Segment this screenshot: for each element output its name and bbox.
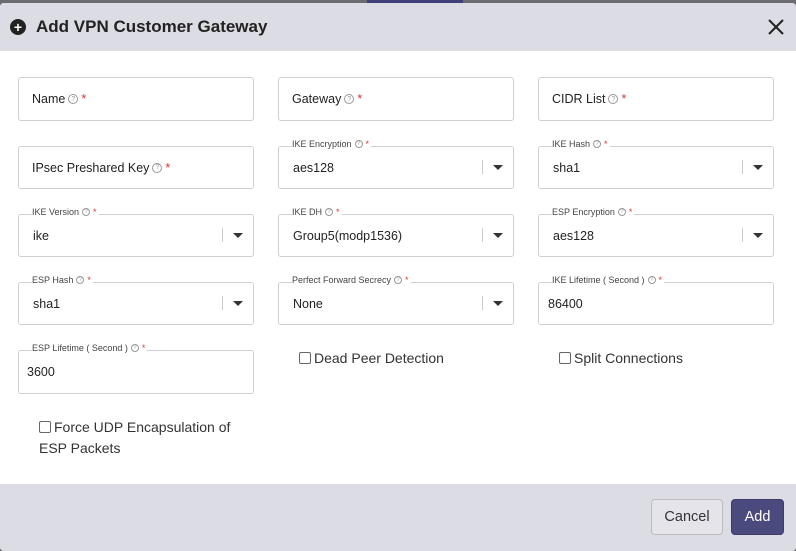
dead-peer-detection-checkbox[interactable]: Dead Peer Detection xyxy=(299,348,444,369)
perfect-forward-secrecy-select[interactable]: Perfect Forward Secrecy? * None xyxy=(278,275,514,325)
name-input[interactable]: Name? * xyxy=(18,77,254,121)
esp-lifetime-input[interactable]: ESP Lifetime ( Second )? * 3600 xyxy=(18,343,254,394)
help-icon[interactable]: ? xyxy=(82,208,91,216)
gateway-input[interactable]: Gateway? * xyxy=(278,77,514,121)
ike-version-label: IKE Version? * xyxy=(32,207,99,217)
ike-hash-select[interactable]: IKE Hash? * sha1 xyxy=(538,139,774,189)
gateway-label: Gateway? * xyxy=(292,92,363,106)
esp-lifetime-label: ESP Lifetime ( Second )? * xyxy=(32,343,148,353)
select-separator xyxy=(482,296,483,310)
help-icon[interactable]: ? xyxy=(647,276,656,284)
ike-version-value: ike xyxy=(33,228,49,243)
esp-hash-select[interactable]: ESP Hash? * sha1 xyxy=(18,275,254,325)
checkbox-box[interactable] xyxy=(299,352,311,364)
ike-encryption-label: IKE Encryption? * xyxy=(292,139,372,149)
help-icon[interactable]: ? xyxy=(152,162,163,173)
help-icon[interactable]: ? xyxy=(394,276,403,284)
esp-hash-label: ESP Hash? * xyxy=(32,275,93,285)
split-connections-checkbox[interactable]: Split Connections xyxy=(559,348,683,369)
select-separator xyxy=(482,160,483,174)
ipsec-preshared-key-input[interactable]: IPsec Preshared Key? * xyxy=(18,146,254,189)
add-button[interactable]: Add xyxy=(731,499,784,535)
plus-circle-icon: + xyxy=(10,19,26,35)
chevron-down-icon[interactable] xyxy=(233,233,243,238)
ike-dh-label: IKE DH? * xyxy=(292,207,342,217)
dialog-title: Add VPN Customer Gateway xyxy=(36,17,268,36)
perfect-forward-secrecy-label: Perfect Forward Secrecy? * xyxy=(292,275,411,285)
ike-lifetime-label: IKE Lifetime ( Second )? * xyxy=(552,275,665,285)
ike-encryption-value: aes128 xyxy=(293,160,335,175)
ike-version-select[interactable]: IKE Version? * ike xyxy=(18,207,254,257)
esp-lifetime-value: 3600 xyxy=(27,365,55,379)
help-icon[interactable]: ? xyxy=(593,140,602,148)
select-separator xyxy=(742,228,743,242)
chevron-down-icon[interactable] xyxy=(753,165,763,170)
ike-hash-value: sha1 xyxy=(553,160,581,175)
help-icon[interactable]: ? xyxy=(608,94,619,104)
name-label: Name? * xyxy=(32,92,87,106)
perfect-forward-secrecy-value: None xyxy=(293,296,323,311)
ike-hash-label: IKE Hash? * xyxy=(552,139,610,149)
ike-dh-value: Group5(modp1536) xyxy=(293,228,403,243)
ipsec-preshared-key-label: IPsec Preshared Key? * xyxy=(32,160,171,175)
help-icon[interactable]: ? xyxy=(325,208,334,216)
ike-lifetime-value: 86400 xyxy=(548,296,583,311)
help-icon[interactable]: ? xyxy=(617,208,626,216)
dead-peer-detection-label: Dead Peer Detection xyxy=(314,350,444,366)
select-separator xyxy=(742,160,743,174)
select-separator xyxy=(482,228,483,242)
help-icon[interactable]: ? xyxy=(130,344,139,352)
ike-encryption-select[interactable]: IKE Encryption? * aes128 xyxy=(278,139,514,189)
dialog-footer: Cancel Add xyxy=(0,484,796,551)
cidr-list-input[interactable]: CIDR List? * xyxy=(538,77,774,121)
esp-encryption-select[interactable]: ESP Encryption? * aes128 xyxy=(538,207,774,257)
close-icon[interactable] xyxy=(766,17,786,37)
ike-dh-select[interactable]: IKE DH? * Group5(modp1536) xyxy=(278,207,514,257)
add-vpn-customer-gateway-dialog: + Add VPN Customer Gateway Name? * Gatewa… xyxy=(0,3,796,551)
select-separator xyxy=(222,296,223,310)
force-udp-encapsulation-checkbox[interactable]: Force UDP Encapsulation of ESP Packets xyxy=(39,417,249,459)
force-udp-encapsulation-label: Force UDP Encapsulation of ESP Packets xyxy=(39,419,231,456)
dialog-header: + Add VPN Customer Gateway xyxy=(0,3,796,51)
help-icon[interactable]: ? xyxy=(68,94,79,104)
esp-hash-value: sha1 xyxy=(33,296,61,311)
select-separator xyxy=(222,228,223,242)
help-icon[interactable]: ? xyxy=(354,140,363,148)
checkbox-box[interactable] xyxy=(559,352,571,364)
chevron-down-icon[interactable] xyxy=(493,301,503,306)
chevron-down-icon[interactable] xyxy=(233,301,243,306)
cidr-list-label: CIDR List? * xyxy=(552,92,627,106)
dialog-body: Name? * Gateway? * CIDR List? * IPsec Presh… xyxy=(0,51,796,484)
help-icon[interactable]: ? xyxy=(344,94,355,104)
ike-lifetime-input[interactable]: IKE Lifetime ( Second )? * 86400 xyxy=(538,275,774,325)
chevron-down-icon[interactable] xyxy=(493,233,503,238)
chevron-down-icon[interactable] xyxy=(753,233,763,238)
chevron-down-icon[interactable] xyxy=(493,165,503,170)
help-icon[interactable]: ? xyxy=(76,276,85,284)
cancel-button[interactable]: Cancel xyxy=(651,499,723,535)
esp-encryption-label: ESP Encryption? * xyxy=(552,207,635,217)
split-connections-label: Split Connections xyxy=(574,350,683,366)
esp-encryption-value: aes128 xyxy=(553,228,595,243)
